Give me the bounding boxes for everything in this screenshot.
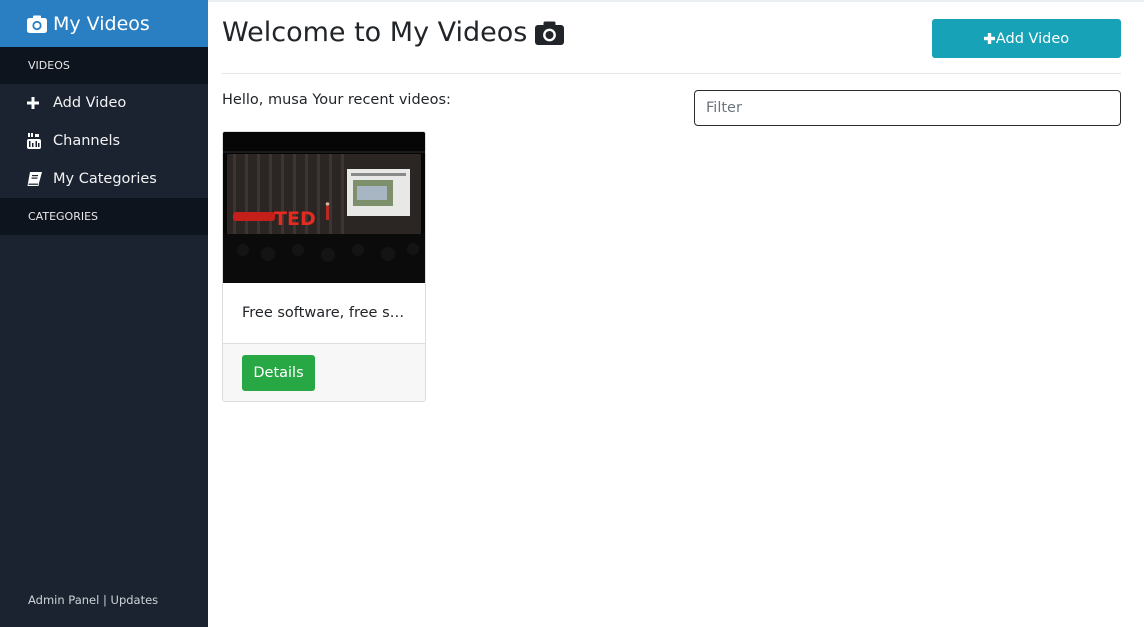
sidebar-item-add-video[interactable]: Add Video xyxy=(0,84,208,122)
section-header-videos: VIDEOS xyxy=(0,47,208,84)
thumbnail-stage-text: TED xyxy=(274,208,316,230)
add-video-button-label: Add Video xyxy=(995,30,1070,47)
page-title-text: Welcome to My Videos xyxy=(222,17,528,48)
greeting-text: Hello, musa Your recent videos: xyxy=(222,92,451,108)
app-root: My Videos VIDEOS Add Video Channels My C… xyxy=(0,0,1144,627)
camera-icon xyxy=(535,21,565,45)
header-divider xyxy=(222,73,1121,74)
sidebar-item-channels[interactable]: Channels xyxy=(0,122,208,160)
plus-icon xyxy=(27,97,47,109)
sidebar-item-my-categories[interactable]: My Categories xyxy=(0,160,208,198)
sidebar-item-label: Channels xyxy=(53,133,121,149)
sidebar-item-label: Add Video xyxy=(53,95,127,111)
sidebar-footer: Admin Panel | Updates xyxy=(28,593,158,607)
sidebar-item-label: My Categories xyxy=(53,171,157,187)
add-video-button[interactable]: Add Video xyxy=(932,19,1121,58)
sidebar: My Videos VIDEOS Add Video Channels My C… xyxy=(0,0,208,627)
plus-icon xyxy=(983,33,995,44)
section-header-categories: CATEGORIES xyxy=(0,198,208,235)
page-title: Welcome to My Videos xyxy=(222,17,565,48)
video-thumbnail[interactable]: TED xyxy=(223,132,425,283)
video-title: Free software, free s… xyxy=(242,305,405,321)
brand-link[interactable]: My Videos xyxy=(0,0,208,47)
video-card: TED Free software, free s… Details xyxy=(222,131,426,402)
brand-label: My Videos xyxy=(53,12,150,35)
admin-panel-link[interactable]: Admin Panel xyxy=(28,593,99,607)
updates-link[interactable]: Updates xyxy=(111,593,159,607)
footer-separator: | xyxy=(99,593,111,607)
camera-icon xyxy=(27,15,47,33)
youtube-icon xyxy=(27,133,47,149)
video-card-footer: Details xyxy=(223,343,425,401)
filter-input[interactable] xyxy=(694,90,1121,126)
book-icon xyxy=(27,172,47,186)
main-content: Welcome to My Videos Add Video Hello, mu… xyxy=(208,0,1144,627)
details-button[interactable]: Details xyxy=(242,355,315,391)
